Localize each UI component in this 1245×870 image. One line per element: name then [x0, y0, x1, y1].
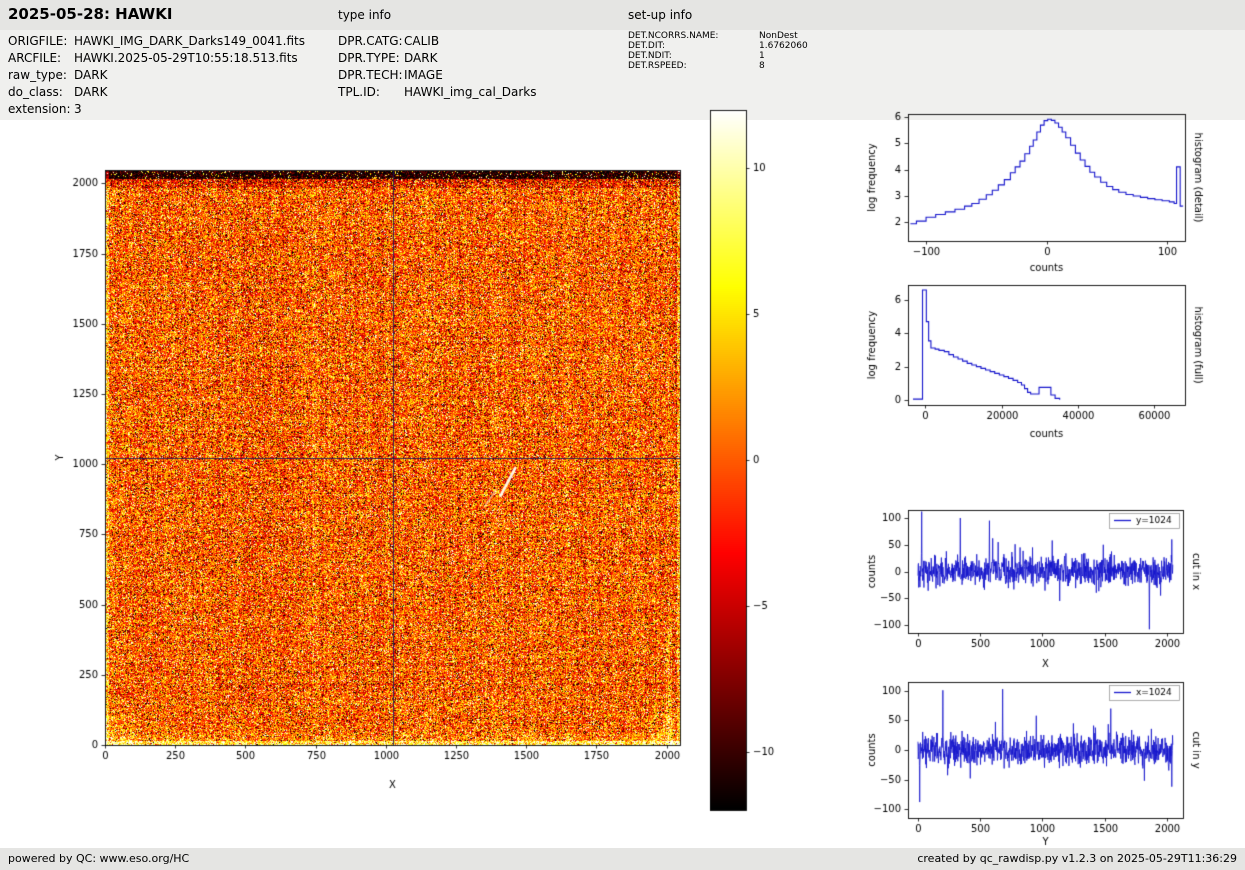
meta-row-det-ncorrs: DET.NCORRS.NAME: NonDest	[628, 31, 808, 41]
cut-in-x-plot	[845, 497, 1245, 682]
meta-row-tpl-id: TPL.ID: HAWKI_img_cal_Darks	[338, 84, 537, 101]
meta-value-det-ncorrs: NonDest	[759, 31, 798, 41]
histogram-full-plot	[845, 272, 1245, 462]
meta-label-do-class: do_class:	[8, 85, 63, 99]
meta-row-origfile: ORIGFILE: HAWKI_IMG_DARK_Darks149_0041.fi…	[8, 33, 305, 50]
meta-label-extension: extension:	[8, 102, 71, 116]
setup-info-column: DET.NCORRS.NAME: NonDest DET.DIT: 1.676206…	[628, 31, 808, 71]
meta-label-det-dit: DET.DIT:	[628, 41, 666, 51]
meta-value-origfile: HAWKI_IMG_DARK_Darks149_0041.fits	[74, 34, 305, 48]
meta-row-dpr-type: DPR.TYPE: DARK	[338, 50, 537, 67]
meta-value-do-class: DARK	[74, 85, 108, 99]
meta-row-arcfile: ARCFILE: HAWKI.2025-05-29T10:55:18.513.fi…	[8, 50, 305, 67]
page-title: 2025-05-28: HAWKI	[8, 5, 173, 23]
meta-value-dpr-catg: CALIB	[404, 34, 440, 48]
meta-label-dpr-catg: DPR.CATG:	[338, 34, 403, 48]
meta-row-det-ndit: DET.NDIT: 1	[628, 51, 808, 61]
meta-row-extension: extension: 3	[8, 101, 305, 118]
meta-label-det-rspeed: DET.RSPEED:	[628, 61, 687, 71]
footer-created-by: created by qc_rawdisp.py v1.2.3 on 2025-…	[917, 852, 1237, 865]
header-bar: 2025-05-28: HAWKI type info set-up info	[0, 0, 1245, 30]
footer-bar: powered by QC: www.eso.org/HC created by…	[0, 848, 1245, 870]
type-info-heading: type info	[338, 8, 392, 22]
meta-value-det-dit: 1.6762060	[759, 41, 808, 51]
meta-value-det-ndit: 1	[759, 51, 765, 61]
meta-row-det-dit: DET.DIT: 1.6762060	[628, 41, 808, 51]
meta-value-dpr-type: DARK	[404, 51, 438, 65]
histogram-detail-plot	[845, 100, 1245, 285]
colorbar	[695, 100, 805, 820]
meta-row-det-rspeed: DET.RSPEED: 8	[628, 61, 808, 71]
meta-value-det-rspeed: 8	[759, 61, 765, 71]
meta-label-raw-type: raw_type:	[8, 68, 67, 82]
meta-value-extension: 3	[74, 102, 82, 116]
meta-value-tpl-id: HAWKI_img_cal_Darks	[404, 85, 537, 99]
footer-powered-by: powered by QC: www.eso.org/HC	[8, 852, 190, 865]
file-metadata-column: ORIGFILE: HAWKI_IMG_DARK_Darks149_0041.fi…	[8, 33, 305, 118]
meta-label-dpr-type: DPR.TYPE:	[338, 51, 400, 65]
meta-value-arcfile: HAWKI.2025-05-29T10:55:18.513.fits	[74, 51, 298, 65]
detector-image-plot	[25, 120, 725, 800]
meta-row-dpr-tech: DPR.TECH:IMAGE	[338, 67, 537, 84]
meta-label-det-ndit: DET.NDIT:	[628, 51, 672, 61]
type-info-column: DPR.CATG:CALIB DPR.TYPE: DARK DPR.TECH:IM…	[338, 33, 537, 101]
setup-info-heading: set-up info	[628, 8, 693, 22]
meta-label-dpr-tech: DPR.TECH:	[338, 68, 403, 82]
meta-value-raw-type: DARK	[74, 68, 108, 82]
meta-label-origfile: ORIGFILE:	[8, 34, 68, 48]
meta-label-tpl-id: TPL.ID:	[338, 85, 380, 99]
cut-in-y-plot	[845, 669, 1245, 864]
meta-value-dpr-tech: IMAGE	[404, 68, 443, 82]
meta-row-dpr-catg: DPR.CATG:CALIB	[338, 33, 537, 50]
meta-row-do-class: do_class: DARK	[8, 84, 305, 101]
meta-row-raw-type: raw_type: DARK	[8, 67, 305, 84]
meta-label-arcfile: ARCFILE:	[8, 51, 62, 65]
meta-label-det-ncorrs: DET.NCORRS.NAME:	[628, 31, 719, 41]
